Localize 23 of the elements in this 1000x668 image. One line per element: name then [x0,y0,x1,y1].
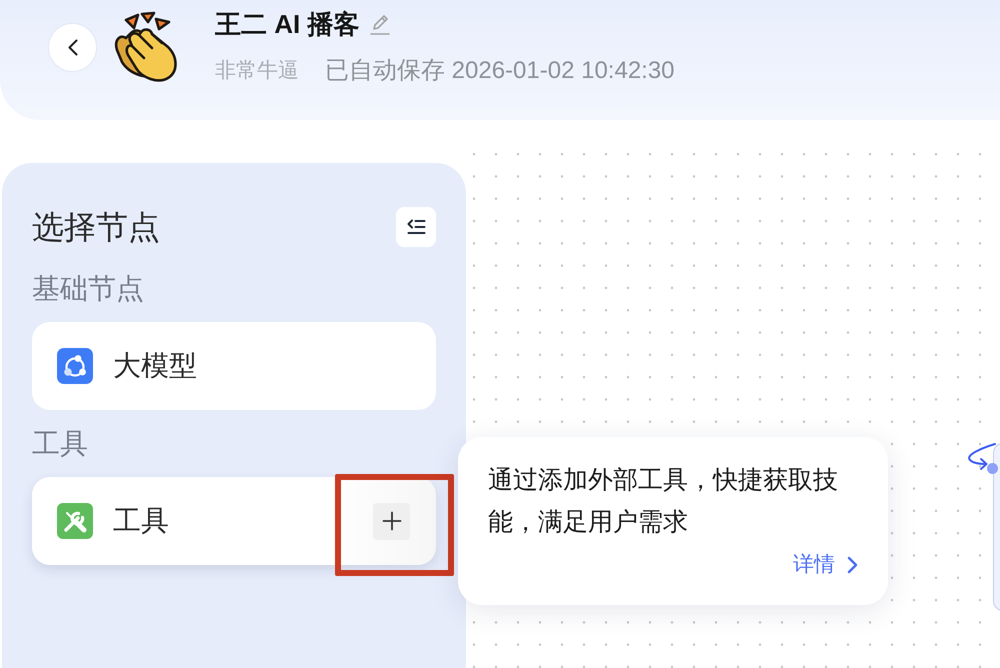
autosave-status: 已自动保存 2026-01-02 10:42:30 [325,56,675,86]
add-button[interactable] [373,502,410,540]
node-label: 工具 [113,504,169,538]
collapse-button[interactable] [396,207,436,247]
collapse-icon [406,219,426,235]
node-label: 大模型 [113,349,197,383]
node-card[interactable]: 大模型 [32,322,436,410]
details-link[interactable]: 详情 [793,550,858,580]
description-text: 非常牛逼 [215,58,299,84]
panel-title: 选择节点 [32,208,160,247]
tooltip-text: 通过添加外部工具，快捷获取技能，满足用户需求 [488,465,839,538]
section-label: 工具 [32,427,88,461]
page-title: 王二 AI 播客 [215,8,360,41]
plus-icon [382,511,402,531]
chevron-left-icon [68,39,78,56]
section-label: 基础节点 [32,272,144,306]
connector-arrow [968,443,996,470]
back-button[interactable] [48,23,97,72]
node-card[interactable]: 工具 [32,477,436,565]
wrench-screwdriver-icon [57,503,93,539]
pencil-icon[interactable] [369,12,392,36]
port-dot-icon [987,463,998,474]
chevron-right-icon [847,556,858,574]
